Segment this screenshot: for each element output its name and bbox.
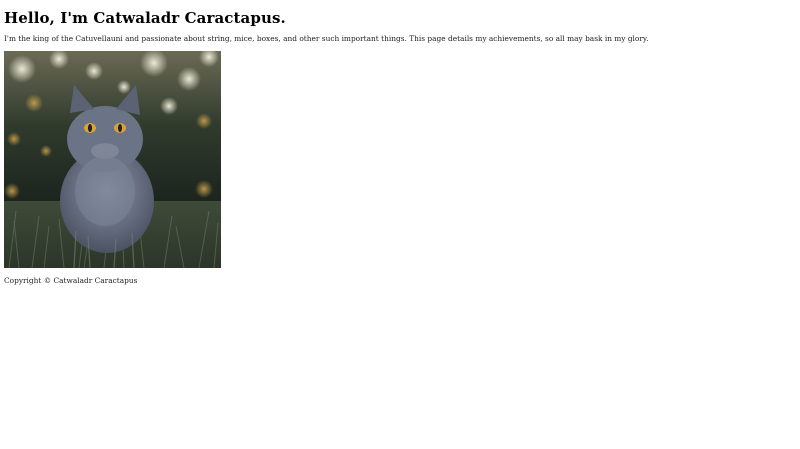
copyright-footer: Copyright © Catwaladr Caractapus — [4, 276, 138, 285]
intro-paragraph: I'm the king of the Catuvellauni and pas… — [4, 34, 649, 43]
page-title: Hello, I'm Catwaladr Caractapus. — [4, 9, 286, 27]
cat-photo — [4, 51, 221, 268]
cat-photo-image — [4, 51, 221, 268]
page: Hello, I'm Catwaladr Caractapus. I'm the… — [0, 0, 800, 449]
